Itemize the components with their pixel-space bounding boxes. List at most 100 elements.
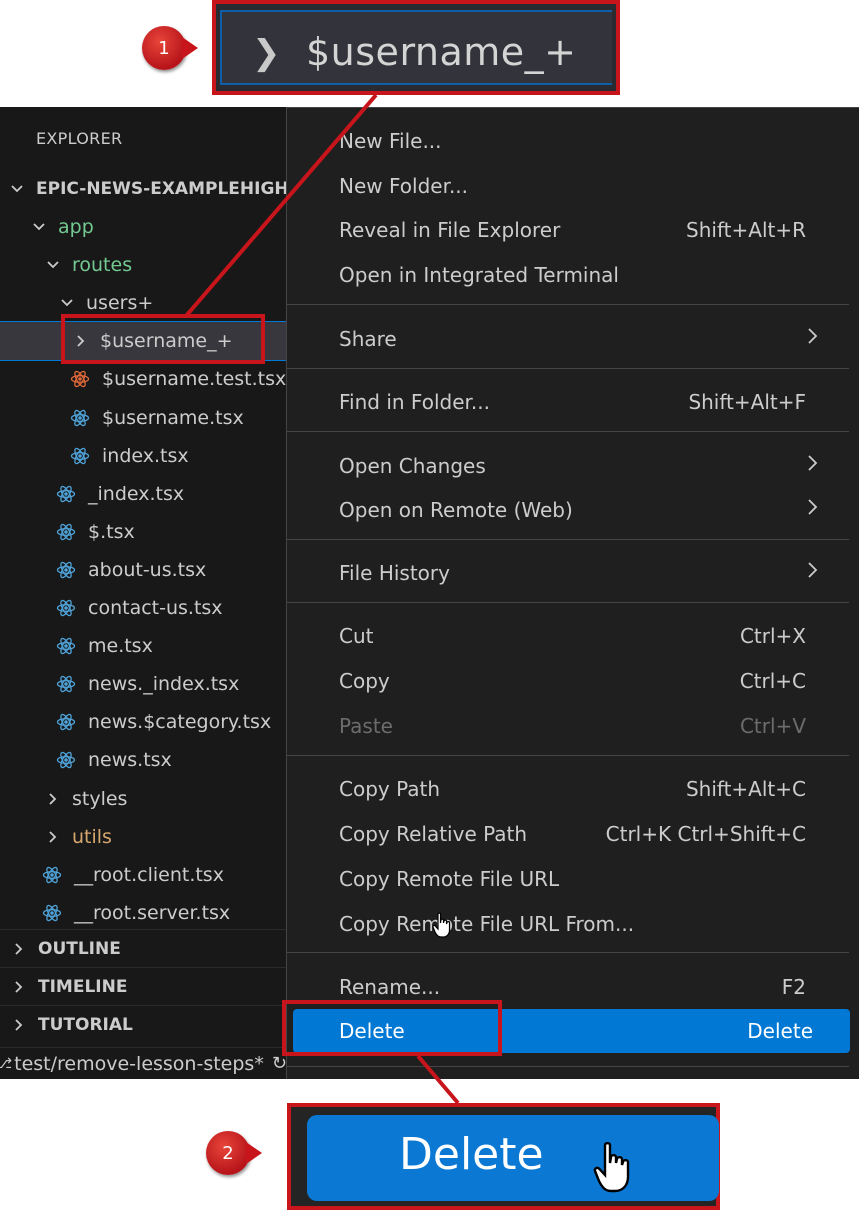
chevron-right-icon bbox=[807, 326, 819, 351]
menu-item-label: Copy Path bbox=[339, 776, 441, 801]
menu-item-label: Share bbox=[339, 326, 397, 351]
menu-item-label: Copy Remote File URL From... bbox=[339, 911, 635, 936]
chevron-right-icon bbox=[12, 980, 26, 994]
panel-timeline[interactable]: TIMELINE bbox=[0, 967, 290, 1005]
menu-item-reveal-in-file-explorer[interactable]: Reveal in File Explorer Shift+Alt+R bbox=[287, 207, 849, 252]
panel-tutorial-label: TUTORIAL bbox=[38, 1014, 133, 1035]
panel-outline[interactable]: OUTLINE bbox=[0, 929, 290, 967]
tree-item-label: utils bbox=[72, 825, 112, 848]
sync-icon[interactable]: ↻ bbox=[272, 1053, 287, 1074]
tree-file[interactable]: $username.test.tsx bbox=[0, 360, 290, 398]
menu-item-copy-path[interactable]: Copy Path Shift+Alt+C bbox=[287, 766, 849, 811]
menu-item-label: Copy bbox=[339, 668, 390, 693]
menu-item-open-changes[interactable]: Open Changes bbox=[287, 443, 849, 488]
menu-item-find-in-folder[interactable]: Find in Folder... Shift+Alt+F bbox=[287, 379, 849, 424]
menu-separator bbox=[287, 539, 849, 540]
tree-file[interactable]: news.$category.tsx bbox=[0, 703, 290, 741]
tree-item-label: routes bbox=[72, 254, 133, 277]
zoom-callout-delete: Delete bbox=[287, 1103, 720, 1210]
tree-file[interactable]: about-us.tsx bbox=[0, 551, 290, 589]
menu-separator bbox=[287, 602, 849, 603]
menu-item-open-on-remote-web[interactable]: Open on Remote (Web) bbox=[287, 487, 849, 532]
chevron-down-icon bbox=[46, 258, 60, 272]
tree-item-label: contact-us.tsx bbox=[88, 597, 223, 619]
react-icon bbox=[56, 674, 76, 694]
menu-item-label: Reveal in File Explorer bbox=[339, 217, 561, 242]
menu-item-shortcut: Delete bbox=[747, 1019, 813, 1043]
vscode-screenshot: EXPLORER EPIC-NEWS-EXAMPLEHIGHI app route… bbox=[0, 107, 859, 1079]
tree-file[interactable]: _index.tsx bbox=[0, 475, 290, 513]
tree-file[interactable]: $username.tsx bbox=[0, 399, 290, 437]
menu-item-paste: Paste Ctrl+V bbox=[287, 703, 849, 748]
menu-item-shortcut: Shift+Alt+F bbox=[688, 389, 806, 414]
menu-item-label: Copy Relative Path bbox=[339, 821, 528, 846]
menu-item-file-history[interactable]: File History bbox=[287, 550, 849, 595]
react-icon bbox=[42, 903, 62, 923]
tree-item-label: me.tsx bbox=[88, 635, 153, 658]
explorer-sidebar: EXPLORER EPIC-NEWS-EXAMPLEHIGHI app route… bbox=[0, 107, 295, 1047]
tree-folder[interactable]: app bbox=[0, 208, 290, 246]
hand-cursor-icon bbox=[432, 912, 451, 938]
tree-file[interactable]: contact-us.tsx bbox=[0, 589, 290, 627]
menu-item-label: Open on Remote (Web) bbox=[339, 497, 573, 522]
tree-file[interactable]: me.tsx bbox=[0, 627, 290, 665]
explorer-title: EXPLORER bbox=[36, 129, 123, 148]
chevron-right-icon bbox=[12, 942, 26, 956]
tree-item-label: users+ bbox=[86, 292, 154, 315]
menu-item-cut[interactable]: Cut Ctrl+X bbox=[287, 613, 849, 658]
tree-file[interactable]: __root.client.tsx bbox=[0, 856, 290, 894]
tree-folder[interactable]: routes bbox=[0, 246, 290, 284]
step-2-badge: 2 bbox=[206, 1131, 262, 1175]
chevron-right-icon bbox=[12, 1018, 26, 1032]
git-branch-label[interactable]: test/remove-lesson-steps* bbox=[14, 1053, 264, 1075]
tree-file[interactable]: news._index.tsx bbox=[0, 665, 290, 703]
tree-folder[interactable]: utils bbox=[0, 818, 290, 856]
menu-item-label: Open Changes bbox=[339, 453, 486, 478]
menu-item-label: Cut bbox=[339, 623, 374, 648]
menu-item-share[interactable]: Share bbox=[287, 316, 849, 361]
tree-root-folder[interactable]: EPIC-NEWS-EXAMPLEHIGHI bbox=[0, 170, 295, 208]
menu-item-copy[interactable]: Copy Ctrl+C bbox=[287, 658, 849, 703]
tree-file[interactable]: __root.server.tsx bbox=[0, 894, 290, 932]
tree-file[interactable]: index.tsx bbox=[0, 437, 290, 475]
menu-item-label: Rename... bbox=[339, 974, 441, 999]
tree-file[interactable]: $.tsx bbox=[0, 513, 290, 551]
menu-item-new-file[interactable]: New File... bbox=[287, 118, 849, 163]
react-icon bbox=[42, 865, 62, 885]
menu-item-label: Copy Remote File URL bbox=[339, 866, 560, 891]
react-icon bbox=[70, 408, 90, 428]
tree-item-label: index.tsx bbox=[102, 444, 189, 467]
git-branch-icon: ⎇ bbox=[0, 1055, 13, 1072]
menu-item-copy-remote-file-url-from[interactable]: Copy Remote File URL From... bbox=[287, 901, 849, 946]
chevron-right-icon bbox=[807, 453, 819, 478]
menu-item-new-folder[interactable]: New Folder... bbox=[287, 163, 849, 208]
zoom-folder-row: ❯ $username_+ bbox=[220, 10, 612, 85]
chevron-down-icon bbox=[32, 220, 46, 234]
menu-item-shortcut: Shift+Alt+R bbox=[686, 217, 806, 242]
react-icon bbox=[70, 446, 90, 466]
zoom-folder-label: $username_+ bbox=[306, 30, 577, 74]
tree-item-label: $username.test.tsx bbox=[102, 368, 287, 391]
menu-item-shortcut: F2 bbox=[781, 974, 806, 999]
panel-tutorial[interactable]: TUTORIAL bbox=[0, 1005, 290, 1043]
react-icon bbox=[56, 560, 76, 580]
zoom-delete-label: Delete bbox=[399, 1129, 544, 1180]
context-menu: New File... New Folder... Reveal in File E… bbox=[286, 107, 859, 1079]
chevron-right-icon bbox=[46, 792, 60, 806]
menu-separator bbox=[287, 368, 849, 369]
menu-item-open-in-integrated-terminal[interactable]: Open in Integrated Terminal bbox=[287, 252, 849, 297]
step-2-number: 2 bbox=[206, 1131, 250, 1175]
menu-item-shortcut: Ctrl+C bbox=[739, 668, 806, 693]
tree-item-label: __root.client.tsx bbox=[74, 863, 224, 886]
menu-separator bbox=[287, 952, 849, 953]
menu-item-label: Open in Integrated Terminal bbox=[339, 262, 619, 287]
chevron-down-icon bbox=[60, 296, 74, 310]
chevron-right-icon: ❯ bbox=[252, 33, 281, 73]
menu-item-copy-remote-file-url[interactable]: Copy Remote File URL bbox=[287, 856, 849, 901]
tree-item-label: app bbox=[58, 216, 94, 238]
tree-folder[interactable]: styles bbox=[0, 780, 290, 818]
tree-item-label: news._index.tsx bbox=[88, 673, 240, 696]
menu-separator bbox=[287, 755, 849, 756]
menu-item-copy-relative-path[interactable]: Copy Relative Path Ctrl+K Ctrl+Shift+C bbox=[287, 811, 849, 856]
tree-file[interactable]: news.tsx bbox=[0, 741, 290, 779]
